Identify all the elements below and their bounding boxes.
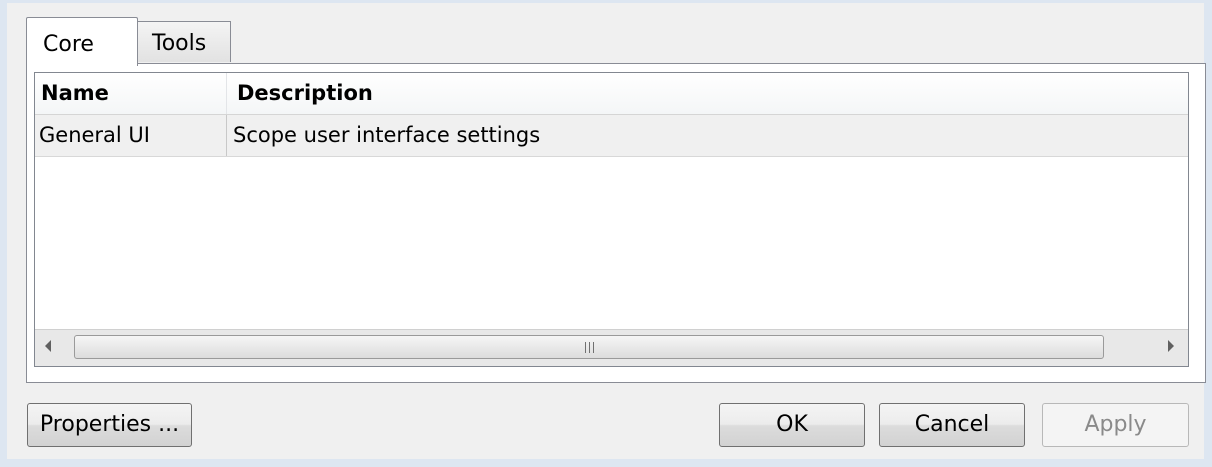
column-header-description[interactable]: Description xyxy=(227,73,1188,114)
tab-panel: Name Description General UI Scope user i… xyxy=(26,63,1206,383)
scroll-left-arrow-icon[interactable] xyxy=(45,340,51,352)
scrollbar-thumb[interactable] xyxy=(74,335,1104,359)
ok-button[interactable]: OK xyxy=(719,403,865,447)
grip-icon xyxy=(585,342,594,353)
extensions-table: Name Description General UI Scope user i… xyxy=(34,72,1189,367)
dialog: Core Tools Name Description General UI S… xyxy=(7,3,1206,459)
apply-button[interactable]: Apply xyxy=(1042,403,1189,447)
table-row[interactable]: General UI Scope user interface settings xyxy=(35,115,1188,157)
tab-core-label: Core xyxy=(43,32,94,57)
cell-description: Scope user interface settings xyxy=(233,123,541,147)
table-header: Name Description xyxy=(35,73,1188,115)
properties-button[interactable]: Properties ... xyxy=(27,403,192,447)
scroll-right-arrow-icon[interactable] xyxy=(1168,340,1174,352)
cancel-button[interactable]: Cancel xyxy=(879,403,1025,447)
cell-name: General UI xyxy=(35,115,227,156)
tab-tools-label: Tools xyxy=(152,31,207,56)
column-header-name[interactable]: Name xyxy=(35,73,227,114)
horizontal-scrollbar[interactable] xyxy=(35,329,1188,366)
tab-core[interactable]: Core xyxy=(26,17,138,66)
tab-tools[interactable]: Tools xyxy=(137,21,231,62)
